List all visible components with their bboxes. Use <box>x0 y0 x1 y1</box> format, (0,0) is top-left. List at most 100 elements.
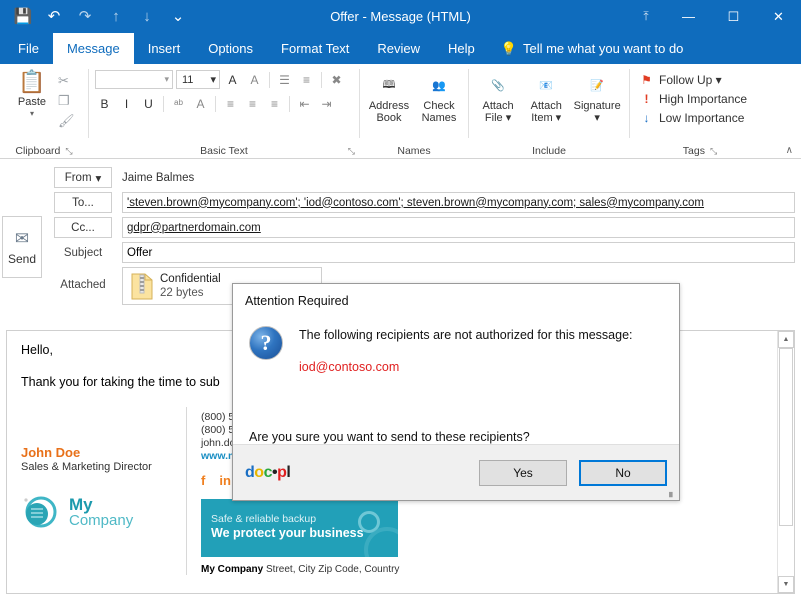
tags-dialog-launcher-icon[interactable]: ⤡ <box>710 146 717 157</box>
divider <box>215 96 216 112</box>
ribbon-display-options-icon[interactable]: ⤒ <box>626 0 666 33</box>
dialog-unauthorized-recipients: iod@contoso.com <box>299 360 633 374</box>
title-bar: 💾 ↶ ↷ ↑ ↓ ⌄ Offer - Message (HTML) ⤒ — ☐… <box>0 0 801 33</box>
bold-button[interactable]: B <box>95 94 114 113</box>
to-button[interactable]: To... <box>54 192 112 213</box>
tab-help[interactable]: Help <box>434 33 489 64</box>
underline-button[interactable]: U <box>139 94 158 113</box>
address-book-button[interactable]: 🕮 Address Book <box>366 68 412 124</box>
send-icon: ✉ <box>15 229 29 249</box>
scroll-up-button[interactable]: ▲ <box>778 331 794 348</box>
attention-required-dialog: Attention Required ? The following recip… <box>232 283 680 501</box>
copy-icon[interactable]: ❐ <box>58 92 75 109</box>
collapse-ribbon-icon[interactable]: ∧ <box>786 145 793 156</box>
increase-indent-button[interactable]: ⇥ <box>317 94 336 113</box>
basic-text-dialog-launcher-icon[interactable]: ⤡ <box>348 146 355 157</box>
low-importance-button[interactable]: ↓ Low Importance <box>640 108 744 127</box>
from-button[interactable]: From ▾ <box>54 167 112 188</box>
cut-icon[interactable]: ✂ <box>58 72 75 89</box>
tab-format-text[interactable]: Format Text <box>267 33 363 64</box>
shrink-font-icon[interactable]: A <box>245 70 264 89</box>
align-right-button[interactable]: ≡ <box>265 94 284 113</box>
align-center-button[interactable]: ≡ <box>243 94 262 113</box>
to-row: To... 'steven.brown@mycompany.com'; 'iod… <box>44 192 801 213</box>
font-size-input[interactable]: 11 ▾ <box>176 70 220 89</box>
ribbon-group-tags: ⚑ Follow Up ▾ ! High Importance ↓ Low Im… <box>630 64 770 159</box>
signature-name: John Doe <box>21 445 186 460</box>
font-color-button[interactable]: A <box>191 94 210 113</box>
subject-input[interactable]: Offer <box>122 242 795 263</box>
signature-banner[interactable]: Safe & reliable backup We protect your b… <box>201 499 398 557</box>
cc-button[interactable]: Cc... <box>54 217 112 238</box>
basic-text-group-label: Basic Text ⤡ <box>89 143 359 159</box>
high-importance-button[interactable]: ! High Importance <box>640 89 747 108</box>
tab-insert[interactable]: Insert <box>134 33 195 64</box>
clipboard-dialog-launcher-icon[interactable]: ⤡ <box>65 146 72 157</box>
to-input[interactable]: 'steven.brown@mycompany.com'; 'iod@conto… <box>122 192 795 213</box>
include-group-label: Include <box>469 143 629 159</box>
check-names-button[interactable]: 👥 Check Names <box>416 68 462 124</box>
cc-input[interactable]: gdpr@partnerdomain.com <box>122 217 795 238</box>
exclamation-icon: ! <box>640 92 653 106</box>
bullets-button[interactable]: ☰ <box>275 70 294 89</box>
previous-item-icon[interactable]: ↑ <box>107 8 125 26</box>
ribbon-group-clipboard: 📋 Paste ▾ ✂ ❐ 🖌 Clipboard ⤡ <box>0 64 88 159</box>
align-left-button[interactable]: ≡ <box>221 94 240 113</box>
scroll-track[interactable] <box>778 348 794 576</box>
paste-button[interactable]: 📋 Paste ▾ <box>6 68 58 118</box>
window-controls: ⤒ — ☐ ✕ <box>626 0 801 33</box>
format-painter-icon[interactable]: 🖌 <box>58 112 75 129</box>
banner-line-2: We protect your business <box>211 526 364 540</box>
clipboard-group-label: Clipboard ⤡ <box>0 143 88 159</box>
redo-icon[interactable]: ↷ <box>76 8 94 26</box>
save-icon[interactable]: 💾 <box>14 8 32 26</box>
scroll-down-button[interactable]: ▼ <box>778 576 794 593</box>
italic-button[interactable]: I <box>117 94 136 113</box>
undo-icon[interactable]: ↶ <box>45 8 63 26</box>
follow-up-button[interactable]: ⚑ Follow Up ▾ <box>640 70 722 89</box>
tab-file[interactable]: File <box>4 33 53 64</box>
dialog-yes-button[interactable]: Yes <box>479 460 567 486</box>
tab-message[interactable]: Message <box>53 33 134 64</box>
signature-title: Sales & Marketing Director <box>21 461 186 473</box>
next-item-icon[interactable]: ↓ <box>138 8 156 26</box>
attach-item-button[interactable]: 📧 Attach Item ▾ <box>523 68 569 124</box>
scroll-thumb[interactable] <box>779 348 793 526</box>
linkedin-icon[interactable]: in <box>219 473 231 489</box>
facebook-icon[interactable]: f <box>201 473 205 489</box>
divider <box>289 96 290 112</box>
dialog-no-button[interactable]: No <box>579 460 667 486</box>
tab-review[interactable]: Review <box>363 33 434 64</box>
font-size-caret-icon: ▾ <box>210 73 216 86</box>
clear-formatting-icon[interactable]: ✖ <box>327 70 346 89</box>
minimize-button[interactable]: — <box>666 0 711 33</box>
attachment-name: Confidential <box>160 272 221 286</box>
paperclip-icon: 📎 <box>491 70 505 100</box>
dialog-question: Are you sure you want to send to these r… <box>249 430 679 444</box>
customize-quick-access-icon[interactable]: ⌄ <box>169 8 187 26</box>
ribbon-group-basic-text: ▾ 11 ▾ A A ☰ ≡ ✖ <box>89 64 359 159</box>
numbering-button[interactable]: ≡ <box>297 70 316 89</box>
maximize-button[interactable]: ☐ <box>711 0 756 33</box>
attach-file-button[interactable]: 📎 Attach File ▾ <box>475 68 521 124</box>
grow-font-icon[interactable]: A <box>223 70 242 89</box>
signature-footer: My Company Street, City Zip Code, Countr… <box>201 564 762 575</box>
tell-me-search[interactable]: 💡 Tell me what you want to do <box>489 33 696 64</box>
font-name-input[interactable]: ▾ <box>95 70 173 89</box>
signature-button[interactable]: 📝 Signature ▾ <box>571 68 623 124</box>
subject-row: Subject Offer <box>44 242 801 263</box>
close-button[interactable]: ✕ <box>756 0 801 33</box>
quick-access-toolbar: 💾 ↶ ↷ ↑ ↓ ⌄ <box>0 8 187 26</box>
tab-options[interactable]: Options <box>194 33 267 64</box>
company-logo-icon <box>21 495 65 531</box>
flag-icon: ⚑ <box>640 73 653 87</box>
dialog-resize-grip[interactable]: ▖ <box>669 487 676 498</box>
subject-label: Subject <box>54 247 112 259</box>
ribbon-group-names: 🕮 Address Book 👥 Check Names Names <box>360 64 468 159</box>
decrease-indent-button[interactable]: ⇤ <box>295 94 314 113</box>
text-highlight-color-button[interactable]: ᵃᵇ <box>169 94 188 113</box>
send-button[interactable]: ✉ Send <box>2 216 42 278</box>
clipboard-label-text: Clipboard <box>15 145 60 157</box>
question-mark-icon: ? <box>249 326 283 360</box>
body-scrollbar[interactable]: ▲ ▼ <box>777 331 794 593</box>
